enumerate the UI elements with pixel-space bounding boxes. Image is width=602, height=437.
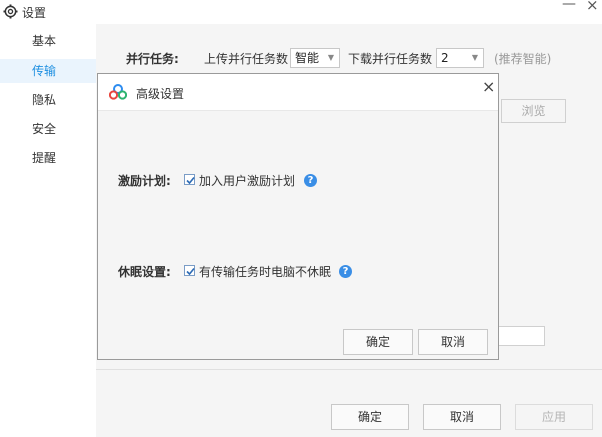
ok-button[interactable]: 确定 — [331, 404, 409, 430]
check-icon — [186, 176, 195, 185]
sleep-checkbox[interactable] — [184, 265, 195, 276]
incentive-label: 激励计划: — [118, 174, 171, 188]
recommend-hint: (推荐智能) — [494, 52, 552, 66]
sidebar-item-transfer[interactable]: 传输 — [0, 59, 96, 83]
upload-parallel-value: 智能 — [295, 51, 320, 65]
dialog-title: 高级设置 — [136, 87, 185, 101]
download-parallel-value: 2 — [441, 51, 449, 65]
chevron-down-icon: ▼ — [327, 53, 334, 62]
dialog-body: 激励计划: 加入用户激励计划 ? 休眠设置: 有传输任务时电脑不休眠 ? 确定 … — [98, 111, 498, 359]
footer-divider — [96, 369, 602, 370]
dialog-title-bar: 高级设置 × — [98, 74, 498, 111]
apply-button[interactable]: 应用 — [515, 404, 593, 430]
upload-parallel-select[interactable]: 智能 ▼ — [290, 48, 340, 68]
incentive-checkbox[interactable] — [184, 174, 195, 185]
sidebar-item-reminder[interactable]: 提醒 — [0, 146, 96, 170]
window-title: 设置 — [22, 6, 47, 20]
gear-icon — [3, 4, 18, 19]
minimize-button[interactable]: — — [562, 0, 576, 12]
dialog-cancel-button[interactable]: 取消 — [418, 329, 488, 355]
cancel-button[interactable]: 取消 — [423, 404, 501, 430]
upload-parallel-label: 上传并行任务数 — [204, 52, 289, 66]
dialog-ok-button[interactable]: 确定 — [343, 329, 413, 355]
cloud-logo-icon — [109, 84, 127, 100]
title-bar: 设置 — × — [0, 0, 602, 24]
setting-input[interactable] — [495, 326, 545, 346]
browse-button[interactable]: 浏览 — [501, 99, 566, 123]
sidebar-item-basic[interactable]: 基本 — [0, 29, 96, 53]
help-icon[interactable]: ? — [304, 174, 317, 187]
sidebar-item-privacy[interactable]: 隐私 — [0, 88, 96, 112]
download-parallel-label: 下载并行任务数 — [348, 52, 433, 66]
advanced-settings-dialog: 高级设置 × 激励计划: 加入用户激励计划 ? 休眠设置: 有传输任务时电脑不休… — [97, 73, 499, 360]
help-icon[interactable]: ? — [339, 265, 352, 278]
sleep-label: 休眠设置: — [118, 265, 171, 279]
sleep-checkbox-label[interactable]: 有传输任务时电脑不休眠 — [199, 262, 331, 282]
chevron-down-icon: ▼ — [471, 53, 478, 62]
dialog-close-icon[interactable]: × — [482, 77, 495, 96]
check-icon — [186, 267, 195, 276]
download-parallel-select[interactable]: 2 ▼ — [436, 48, 484, 68]
parallel-tasks-label: 并行任务: — [126, 52, 179, 66]
incentive-checkbox-label[interactable]: 加入用户激励计划 — [199, 171, 295, 191]
sidebar-item-security[interactable]: 安全 — [0, 117, 96, 141]
close-button[interactable]: × — [586, 0, 599, 14]
settings-sidebar: 基本 传输 隐私 安全 提醒 — [0, 24, 96, 437]
